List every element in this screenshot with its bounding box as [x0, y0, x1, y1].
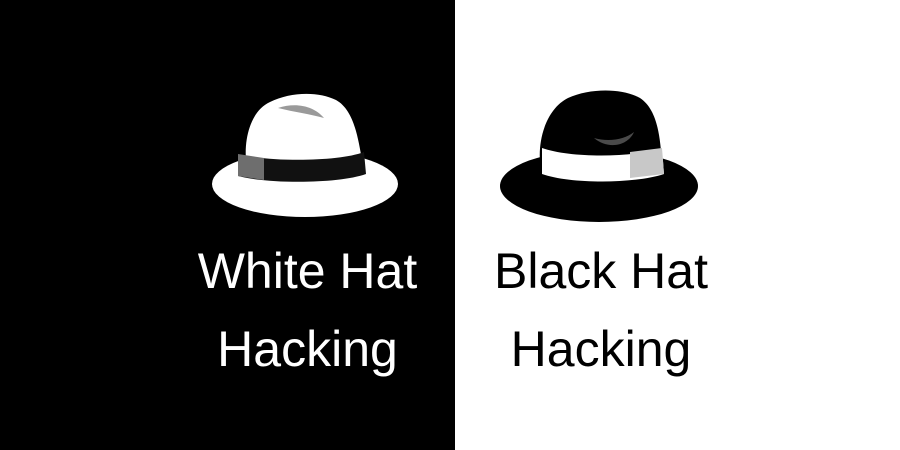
black-hat-caption-line1: Black Hat [494, 243, 708, 299]
white-fedora-hat-icon [212, 93, 398, 217]
black-hat-caption: Black Hat Hacking [452, 232, 750, 388]
black-hat-caption-line2: Hacking [510, 321, 692, 377]
white-hat-caption-line1: White Hat [197, 243, 418, 299]
black-fedora-hat-icon [500, 90, 698, 222]
white-hat-caption-line2: Hacking [217, 321, 398, 377]
white-hat-caption: White Hat Hacking [160, 232, 455, 388]
